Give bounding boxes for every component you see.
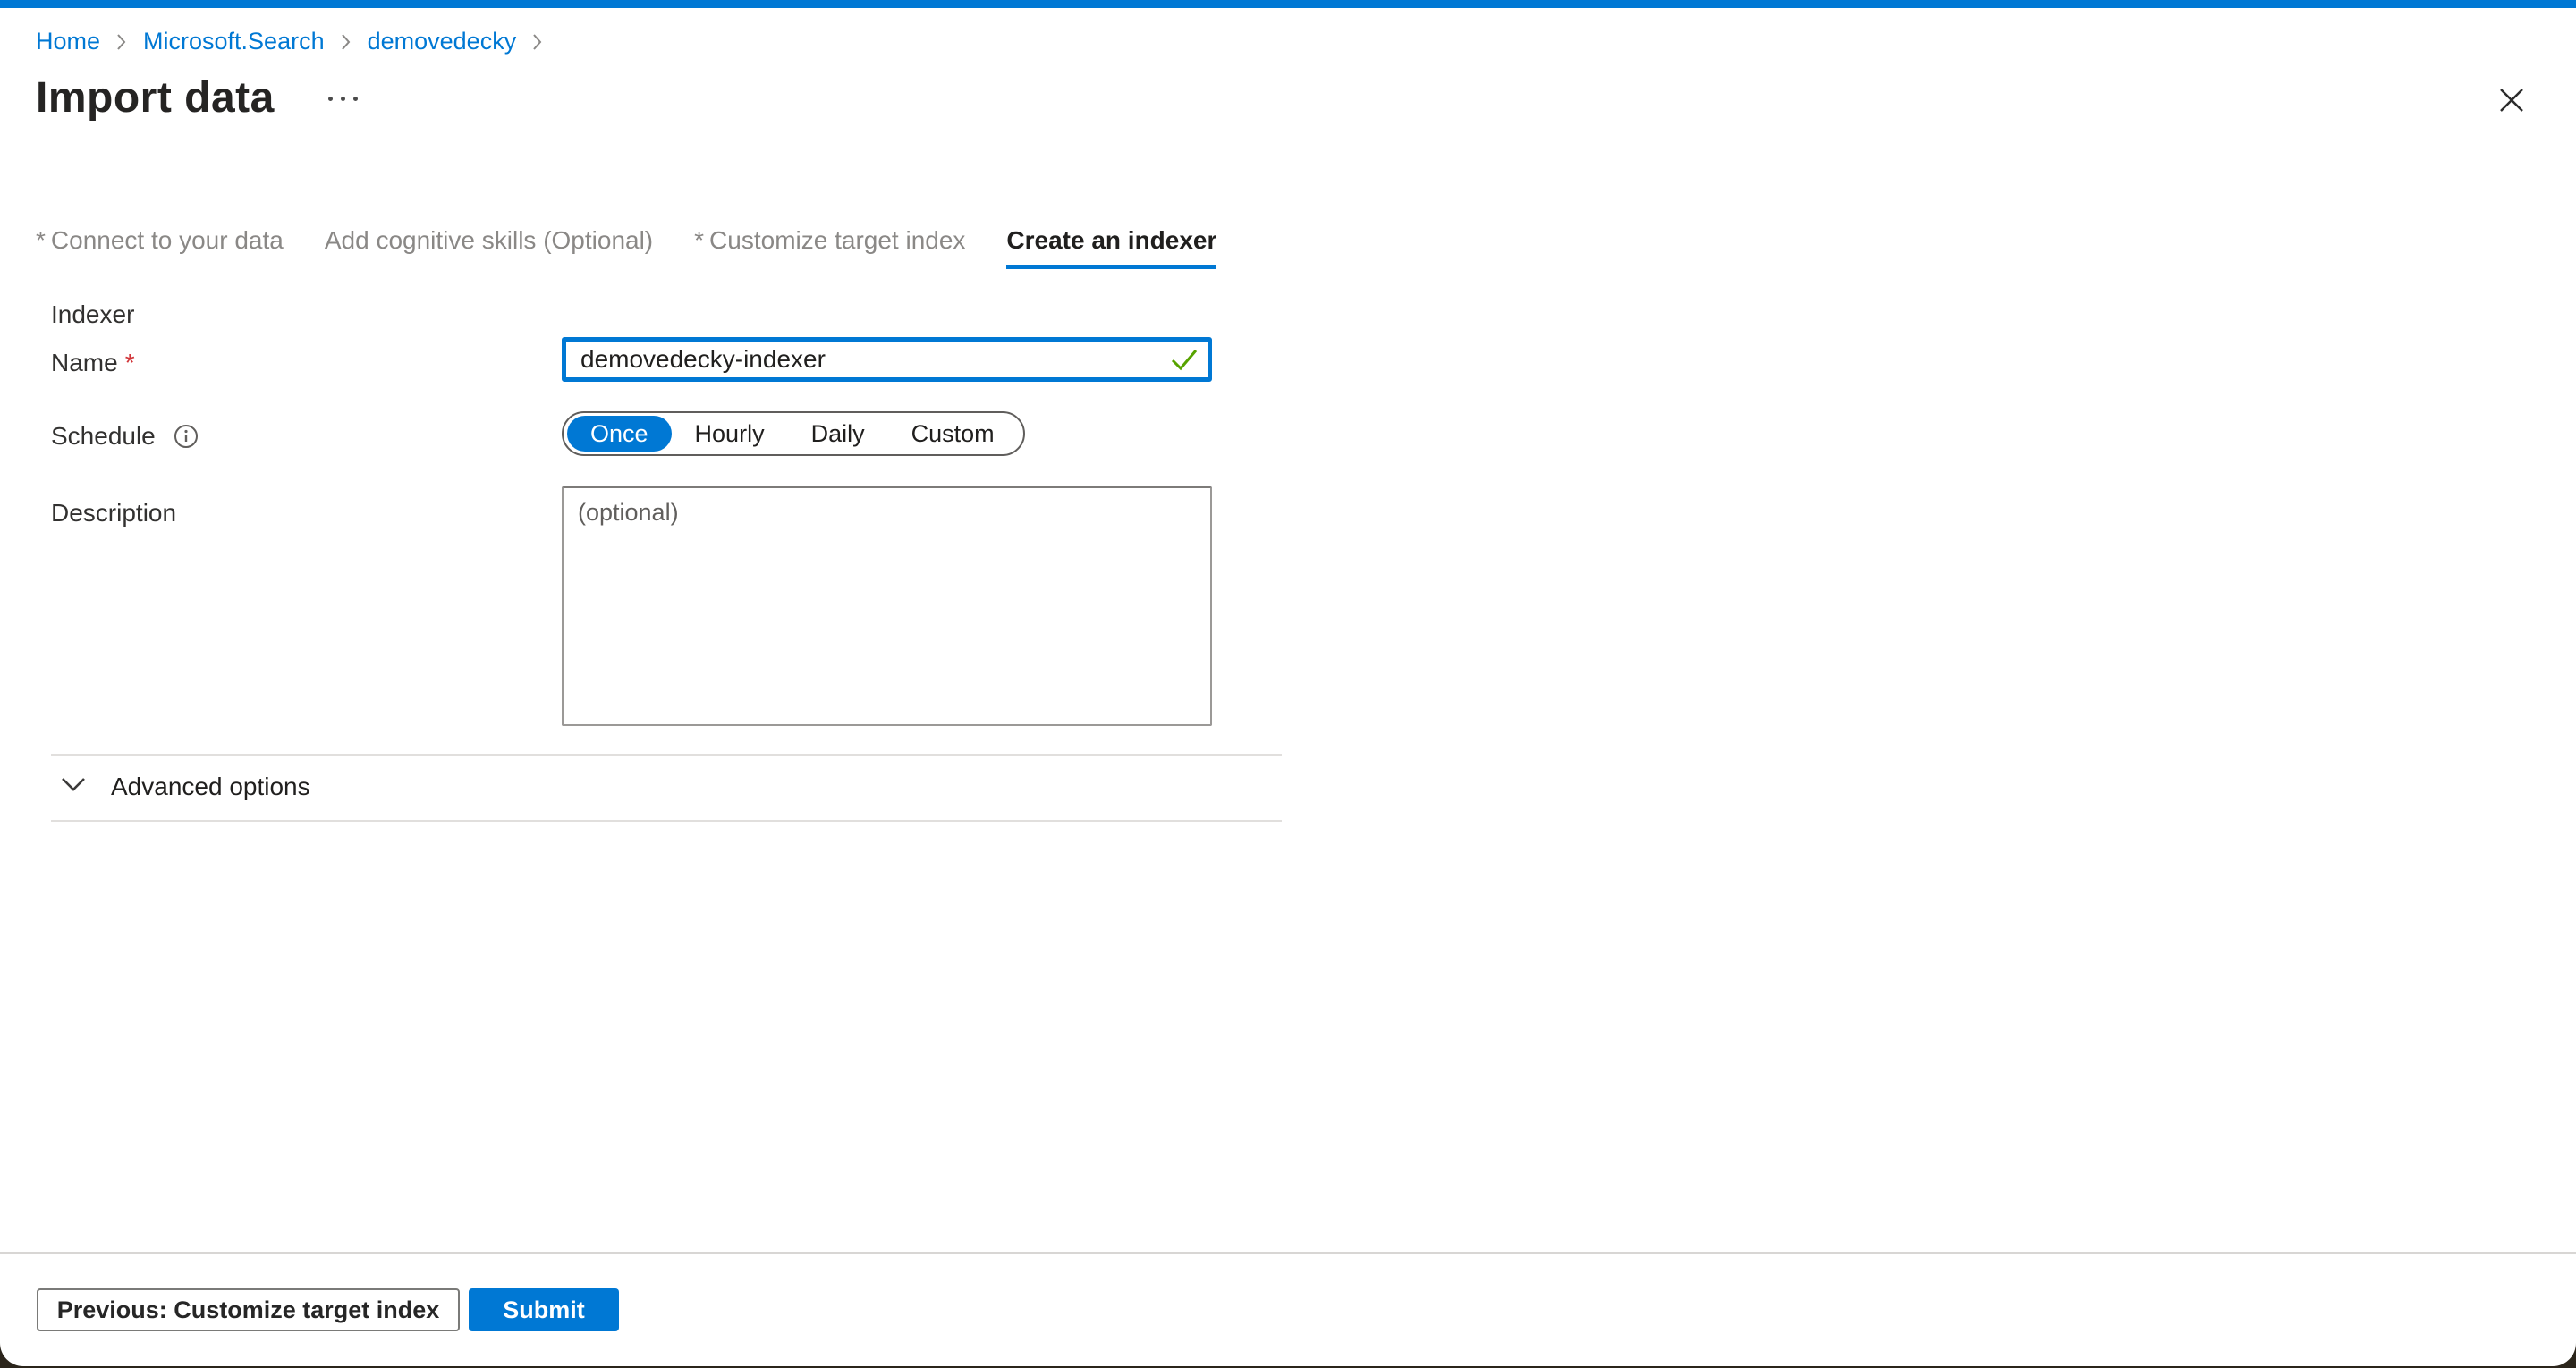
name-input-wrap: [562, 337, 1212, 382]
chevron-right-icon: [341, 32, 352, 52]
tab-connect-to-your-data[interactable]: *Connect to your data: [36, 225, 284, 269]
section-label-indexer: Indexer: [51, 300, 134, 329]
breadcrumb: Home Microsoft.Search demovedecky: [36, 27, 543, 55]
breadcrumb-link-microsoft-search[interactable]: Microsoft.Search: [143, 27, 325, 55]
schedule-field-label: Schedule: [51, 422, 199, 451]
import-data-panel: Home Microsoft.Search demovedecky Import…: [0, 0, 2576, 1366]
advanced-options-label: Advanced options: [111, 773, 310, 801]
schedule-toggle-group: Once Hourly Daily Custom: [562, 411, 1025, 456]
description-textarea[interactable]: [562, 486, 1212, 726]
breadcrumb-link-demovedecky[interactable]: demovedecky: [368, 27, 517, 55]
name-field-label: Name*: [51, 349, 135, 377]
schedule-option-custom[interactable]: Custom: [888, 416, 1018, 452]
tab-customize-target-index[interactable]: *Customize target index: [694, 225, 965, 269]
required-marker: *: [36, 226, 46, 254]
schedule-option-daily[interactable]: Daily: [788, 416, 888, 452]
previous-step-button[interactable]: Previous: Customize target index: [37, 1288, 460, 1331]
more-options-icon[interactable]: [325, 89, 361, 108]
indexer-name-input[interactable]: [562, 337, 1212, 382]
accent-top-bar: [0, 0, 2576, 8]
info-icon[interactable]: [174, 424, 199, 449]
chevron-right-icon: [532, 32, 543, 52]
tab-create-an-indexer[interactable]: Create an indexer: [1006, 225, 1216, 269]
tab-add-cognitive-skills[interactable]: Add cognitive skills (Optional): [325, 225, 653, 269]
chevron-right-icon: [116, 32, 127, 52]
schedule-option-hourly[interactable]: Hourly: [672, 416, 788, 452]
footer-divider: [0, 1252, 2576, 1254]
chevron-down-icon: [61, 777, 86, 797]
divider: [51, 754, 1282, 756]
close-icon[interactable]: [2494, 82, 2529, 118]
wizard-tabs: *Connect to your data Add cognitive skil…: [36, 225, 1216, 269]
schedule-option-once[interactable]: Once: [567, 416, 672, 452]
checkmark-icon: [1171, 348, 1198, 376]
required-marker: *: [694, 226, 704, 254]
page-title: Import data: [36, 73, 275, 123]
advanced-options-toggle[interactable]: Advanced options: [61, 773, 310, 801]
page-header: Import data: [36, 73, 361, 123]
divider: [51, 820, 1282, 822]
submit-button[interactable]: Submit: [469, 1288, 619, 1331]
required-marker: *: [125, 349, 135, 377]
breadcrumb-link-home[interactable]: Home: [36, 27, 100, 55]
description-field-label: Description: [51, 499, 176, 528]
